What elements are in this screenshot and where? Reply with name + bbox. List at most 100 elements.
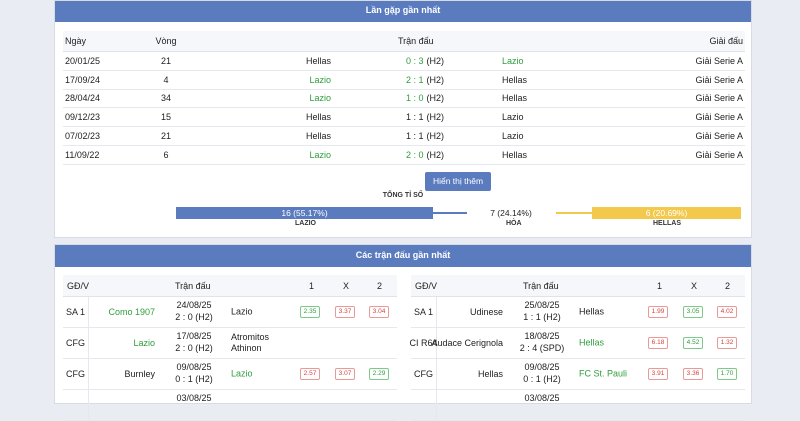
table-row: CFG Lazio 17/08/25 2 : 0 (H2) Atromitos Athi… bbox=[63, 328, 397, 359]
half-time-label: (H2) bbox=[426, 112, 445, 123]
away-team[interactable]: Lazio bbox=[502, 56, 524, 66]
away-odds-badge[interactable]: 1.70 bbox=[717, 368, 737, 380]
col-draw-odds-header: X bbox=[691, 280, 698, 291]
summary-caption: TỔNG TỈ SỐ bbox=[382, 192, 424, 199]
recent-header-row: GĐ/V Trận đấu 1 X 2 bbox=[411, 275, 745, 297]
home-odds-badge[interactable]: 1.99 bbox=[648, 306, 668, 318]
table-row: 03/08/25 bbox=[63, 390, 397, 421]
col-league-header: Giải đấu bbox=[709, 36, 743, 46]
lazio-bar-tail bbox=[433, 212, 467, 214]
draw-odds-badge[interactable]: 4.52 bbox=[683, 337, 703, 349]
half-time-label: (H2) bbox=[426, 131, 445, 142]
match-date: 20/01/25 bbox=[65, 55, 101, 66]
recent-header-row: GĐ/V Trận đấu 1 X 2 bbox=[63, 275, 397, 297]
col-home-odds-header: 1 bbox=[657, 280, 663, 291]
away-odds-badge[interactable]: 4.02 bbox=[717, 306, 737, 318]
league-name[interactable]: Giải Serie A bbox=[695, 75, 743, 85]
league-name[interactable]: Giải Serie A bbox=[695, 150, 743, 160]
match-round: 21 bbox=[160, 55, 171, 66]
h2h-table: Ngày Vòng Trận đấu Giải đấu 20/01/25 21 He… bbox=[63, 31, 745, 165]
home-team[interactable]: Hellas bbox=[306, 131, 331, 141]
match-date: 18/08/25 bbox=[524, 331, 560, 341]
h2h-card: Lần gặp gần nhất Ngày Vòng Trận đấu Giải… bbox=[54, 0, 752, 238]
home-odds-badge[interactable]: 3.91 bbox=[648, 368, 668, 380]
league-name[interactable]: Giải Serie A bbox=[695, 131, 743, 141]
away-odds-badge[interactable]: 3.04 bbox=[369, 306, 389, 318]
home-team[interactable]: Lazio bbox=[309, 93, 331, 103]
home-team[interactable]: Lazio bbox=[309, 75, 331, 85]
draw-odds-badge[interactable]: 3.36 bbox=[683, 368, 703, 380]
match-date: 09/08/25 bbox=[524, 362, 560, 372]
show-more-button[interactable]: Hiển thị thêm bbox=[425, 172, 491, 191]
match-score: 2 : 0 (H2) bbox=[175, 343, 213, 353]
match-date: 17/08/25 bbox=[176, 331, 212, 341]
hellas-recent-table: GĐ/V Trận đấu 1 X 2 SA 1 Udinese 25/08/25 1… bbox=[410, 275, 745, 421]
score-value: 2 : 1 bbox=[406, 74, 424, 85]
lazio-recent-table: GĐ/V Trận đấu 1 X 2 SA 1 Como 1907 24/08/2… bbox=[63, 275, 397, 421]
col-match-header: Trận đấu bbox=[175, 280, 211, 291]
away-team[interactable]: Hellas bbox=[502, 150, 527, 160]
col-match-header: Trận đấu bbox=[398, 36, 434, 46]
league-name[interactable]: Giải Serie A bbox=[695, 93, 743, 103]
away-team[interactable]: Lazio bbox=[231, 307, 253, 318]
away-team[interactable]: Lazio bbox=[502, 112, 524, 122]
table-row: 20/01/25 21 Hellas 0 : 3 (H2) Lazio Giải Serie… bbox=[63, 52, 745, 71]
draw-odds-badge[interactable]: 3.07 bbox=[335, 368, 355, 380]
score-value: 2 : 0 bbox=[406, 149, 424, 160]
match-score: 2 : 4 (SPD) bbox=[519, 343, 565, 353]
match-date: 11/09/22 bbox=[65, 149, 100, 160]
home-team[interactable]: Hellas bbox=[306, 112, 331, 122]
h2h-title: Lần gặp gần nhất bbox=[55, 1, 751, 22]
table-row: SA 1 Como 1907 24/08/25 2 : 0 (H2) Lazio 2.35… bbox=[63, 297, 397, 328]
match-round: 6 bbox=[163, 149, 169, 160]
match-round: 4 bbox=[163, 74, 169, 85]
home-team[interactable]: Burnley bbox=[124, 369, 155, 379]
league-name[interactable]: Giải Serie A bbox=[695, 56, 743, 66]
league-name[interactable]: Giải Serie A bbox=[695, 112, 743, 122]
col-round-header: Vòng bbox=[155, 36, 177, 46]
match-stage: SA 1 bbox=[411, 297, 437, 327]
away-team[interactable]: Lazio bbox=[502, 131, 524, 141]
draw-odds-badge[interactable]: 3.05 bbox=[683, 306, 703, 318]
recent-title: Các trận đấu gần nhất bbox=[55, 245, 751, 267]
match-round: 15 bbox=[160, 112, 171, 123]
home-team[interactable]: Lazio bbox=[133, 338, 155, 348]
recent-matches-card: Các trận đấu gần nhất GĐ/V Trận đấu 1 X … bbox=[54, 244, 752, 421]
home-team[interactable]: Hellas bbox=[306, 56, 331, 66]
table-row: CFG Hellas 09/08/25 0 : 1 (H2) FC St. Pauli 3… bbox=[411, 359, 745, 390]
home-team[interactable]: Audace Cerignola bbox=[431, 338, 503, 348]
col-stage-header: GĐ/V bbox=[67, 280, 90, 291]
draw-odds-badge[interactable]: 3.37 bbox=[335, 306, 355, 318]
away-team[interactable]: Atromitos Athinon bbox=[231, 332, 293, 354]
score-value: 0 : 3 bbox=[406, 55, 424, 66]
table-row: 03/08/25 bbox=[411, 390, 745, 421]
match-date: 28/04/24 bbox=[65, 93, 101, 104]
away-team[interactable]: Hellas bbox=[579, 307, 604, 318]
table-row: 09/12/23 15 Hellas 1 : 1 (H2) Lazio Giải Serie… bbox=[63, 108, 745, 128]
away-odds-badge[interactable]: 2.29 bbox=[369, 368, 389, 380]
away-team[interactable]: Hellas bbox=[502, 75, 527, 85]
away-team[interactable]: FC St. Pauli bbox=[579, 369, 627, 380]
match-score: 1 : 1 (H2) bbox=[406, 112, 444, 122]
match-score: 0 : 3 (H2) bbox=[406, 56, 444, 66]
home-team[interactable]: Como 1907 bbox=[108, 307, 155, 317]
match-score: 2 : 0 (H2) bbox=[175, 312, 213, 322]
home-odds-badge[interactable]: 2.57 bbox=[300, 368, 320, 380]
home-team[interactable]: Hellas bbox=[478, 369, 503, 379]
col-stage-header: GĐ/V bbox=[415, 280, 438, 291]
half-time-label: (H2) bbox=[426, 74, 445, 85]
home-odds-badge[interactable]: 6.18 bbox=[648, 337, 668, 349]
half-time-label: (H2) bbox=[426, 55, 445, 66]
away-team[interactable]: Hellas bbox=[502, 93, 527, 103]
home-team[interactable]: Lazio bbox=[309, 150, 331, 160]
match-date: 03/08/25 bbox=[176, 393, 212, 403]
table-row: CI R64 Audace Cerignola 18/08/25 2 : 4 (SPD… bbox=[410, 328, 745, 359]
away-team[interactable]: Lazio bbox=[231, 369, 253, 380]
match-score: 2 : 0 (H2) bbox=[406, 150, 444, 160]
away-odds-badge[interactable]: 1.32 bbox=[717, 337, 737, 349]
home-team[interactable]: Udinese bbox=[470, 307, 503, 317]
away-team[interactable]: Hellas bbox=[579, 338, 604, 349]
score-value: 1 : 1 bbox=[406, 112, 424, 123]
home-odds-badge[interactable]: 2.35 bbox=[300, 306, 320, 318]
score-value: 1 : 0 bbox=[406, 93, 424, 104]
